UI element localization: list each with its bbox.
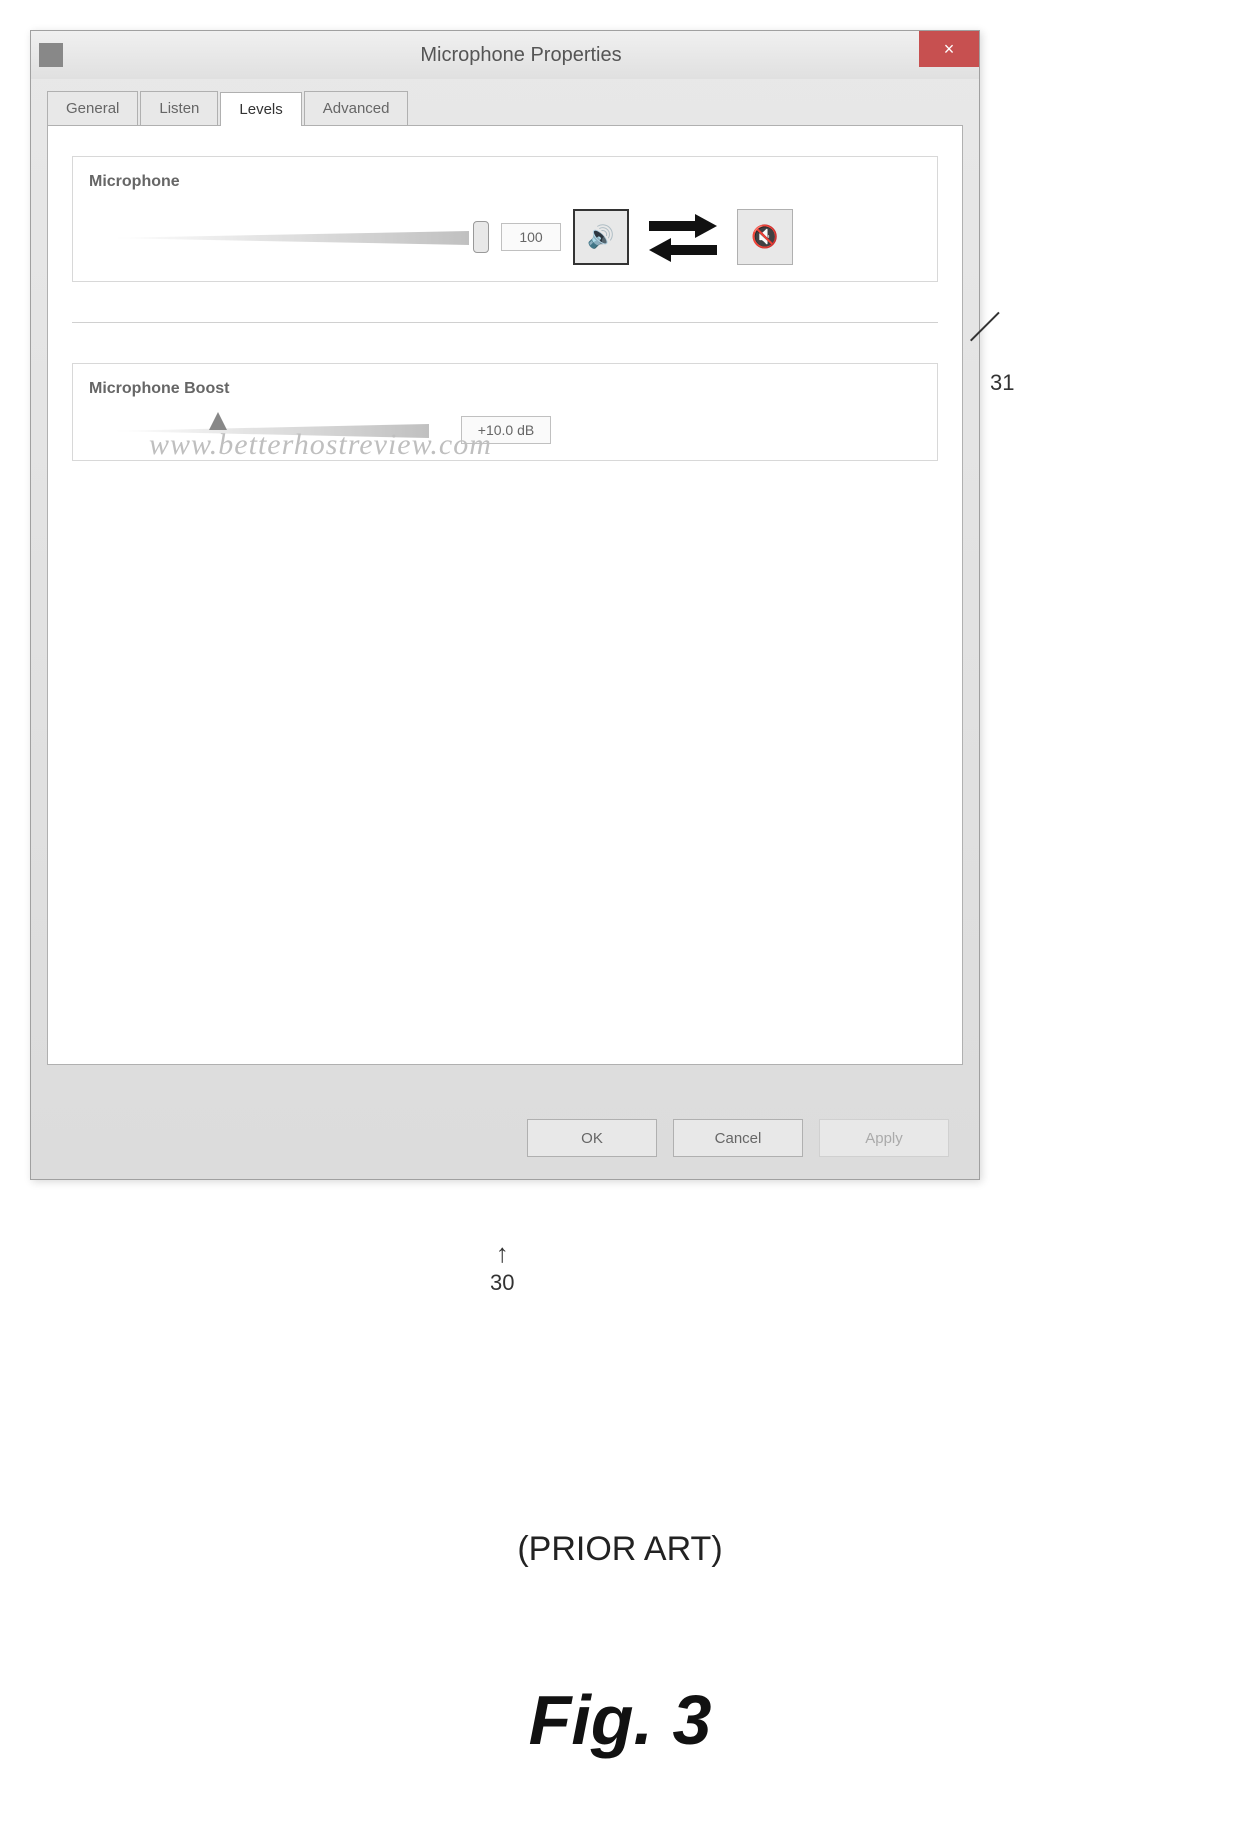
boost-label: Microphone Boost bbox=[89, 380, 921, 398]
tab-listen[interactable]: Listen bbox=[140, 91, 218, 125]
close-button[interactable]: × bbox=[919, 31, 979, 67]
microphone-slider[interactable] bbox=[109, 225, 489, 249]
window-title: Microphone Properties bbox=[71, 44, 971, 67]
levels-panel: Microphone 100 🔊 🔇 bbox=[47, 125, 963, 1065]
microphone-label: Microphone bbox=[89, 173, 921, 191]
slider-thumb[interactable] bbox=[473, 221, 489, 253]
arrow-up-icon: ↑ bbox=[490, 1240, 514, 1266]
callout-30: ↑ 30 bbox=[490, 1240, 514, 1296]
tab-general[interactable]: General bbox=[47, 91, 138, 125]
dialog-button-row: OK Cancel Apply bbox=[527, 1119, 949, 1157]
ok-button[interactable]: OK bbox=[527, 1119, 657, 1157]
slider-wedge bbox=[109, 231, 469, 245]
tab-advanced[interactable]: Advanced bbox=[304, 91, 409, 125]
microphone-boost-section: Microphone Boost +10.0 dB www.betterhost… bbox=[72, 363, 938, 461]
tab-levels[interactable]: Levels bbox=[220, 92, 301, 126]
microphone-properties-dialog: Microphone Properties × General Listen L… bbox=[30, 30, 980, 1180]
callout-31-label: 31 bbox=[990, 370, 1014, 396]
boost-value: +10.0 dB bbox=[461, 416, 551, 444]
microphone-slider-row: 100 🔊 🔇 bbox=[89, 209, 921, 265]
callout-30-label: 30 bbox=[490, 1270, 514, 1295]
speaker-icon: 🔊 bbox=[587, 224, 614, 250]
divider bbox=[72, 322, 938, 323]
toggle-arrows-annotation bbox=[649, 215, 717, 259]
window-icon bbox=[39, 43, 63, 67]
speaker-muted-icon: 🔇 bbox=[751, 224, 778, 250]
cancel-button[interactable]: Cancel bbox=[673, 1119, 803, 1157]
prior-art-label: (PRIOR ART) bbox=[0, 1530, 1240, 1569]
close-icon: × bbox=[944, 39, 955, 60]
muted-state-button[interactable]: 🔇 bbox=[737, 209, 793, 265]
apply-button[interactable]: Apply bbox=[819, 1119, 949, 1157]
arrow-right-icon bbox=[649, 215, 717, 235]
boost-wedge bbox=[109, 424, 429, 438]
microphone-section: Microphone 100 🔊 🔇 bbox=[72, 156, 938, 282]
mute-button[interactable]: 🔊 bbox=[573, 209, 629, 265]
boost-thumb[interactable] bbox=[209, 412, 227, 430]
tabs: General Listen Levels Advanced bbox=[31, 79, 979, 125]
titlebar: Microphone Properties × bbox=[31, 31, 979, 79]
microphone-value: 100 bbox=[501, 223, 561, 251]
boost-slider-row: +10.0 dB www.betterhostreview.com bbox=[89, 416, 921, 444]
arrow-left-icon bbox=[649, 239, 717, 259]
boost-slider[interactable] bbox=[109, 418, 449, 442]
figure-label: Fig. 3 bbox=[0, 1680, 1240, 1760]
